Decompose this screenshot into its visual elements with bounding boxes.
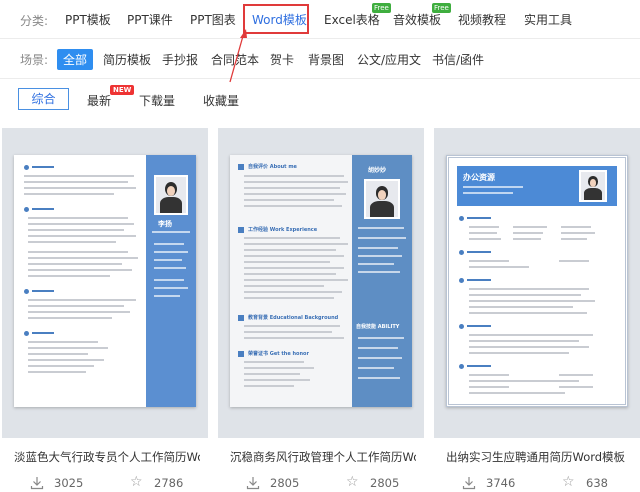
download-count: 3025 (54, 476, 84, 490)
template-stats: 3025 ☆ 2786 (2, 474, 208, 492)
free-badge: Free (372, 3, 391, 13)
category-ppt-courseware[interactable]: PPT课件 (127, 11, 173, 28)
sort-newest[interactable]: 最新 (87, 92, 111, 109)
scene-resume[interactable]: 简历模板 (103, 51, 151, 68)
favorite-count: 2805 (370, 476, 400, 490)
star-icon[interactable]: ☆ (346, 475, 359, 489)
divider (0, 78, 640, 79)
category-label: 分类: (20, 14, 49, 28)
download-count: 3746 (486, 476, 516, 490)
scene-handwritten-paper[interactable]: 手抄报 (162, 51, 198, 68)
scene-label: 场景: (20, 53, 49, 67)
template-title[interactable]: 沉稳商务风行政管理个人工作简历Wo... (230, 449, 416, 465)
category-ppt-template[interactable]: PPT模板 (65, 11, 111, 28)
scene-bar: 场景: 全部 简历模板 手抄报 合同范本 贺卡 背景图 公文/应用文 书信/函件 (0, 39, 640, 77)
template-preview[interactable]: 李扬 (2, 128, 208, 438)
category-ppt-chart[interactable]: PPT图表 (190, 11, 236, 28)
resume-thumbnail: 办公资源 (446, 155, 628, 407)
resume-thumbnail: 李扬 (14, 155, 196, 407)
resume-thumbnail: 胡妙妙 自我技能 ABILITY 自我评价 About me 工作经验 Work… (230, 155, 412, 407)
sort-downloads[interactable]: 下载量 (139, 92, 175, 109)
category-word-template[interactable]: Word模板 (252, 11, 307, 28)
scene-official-document[interactable]: 公文/应用文 (357, 51, 421, 68)
download-icon (462, 477, 476, 490)
template-stats: 3746 ☆ 638 (434, 474, 640, 492)
template-title[interactable]: 出纳实习生应聘通用简历Word模板 (446, 449, 632, 465)
favorite-count: 2786 (154, 476, 184, 490)
sort-favorites[interactable]: 收藏量 (203, 92, 239, 109)
scene-greeting-card[interactable]: 贺卡 (270, 51, 294, 68)
category-bar: 分类: PPT模板 PPT课件 PPT图表 Word模板 Excel表格 Fre… (0, 0, 640, 38)
scene-contract[interactable]: 合同范本 (211, 51, 259, 68)
download-icon (246, 477, 260, 490)
template-card[interactable]: 办公资源 出纳实习生应聘通用简历Word模板 3746 ☆ 638 (434, 128, 640, 492)
template-stats: 2805 ☆ 2805 (218, 474, 424, 492)
new-badge: NEW (110, 85, 135, 95)
scene-all[interactable]: 全部 (57, 49, 94, 70)
download-icon (30, 477, 44, 490)
download-count: 2805 (270, 476, 300, 490)
sort-comprehensive[interactable]: 综合 (18, 88, 69, 110)
template-preview[interactable]: 胡妙妙 自我技能 ABILITY 自我评价 About me 工作经验 Work… (218, 128, 424, 438)
category-sound[interactable]: 音效模板 (393, 11, 441, 28)
scene-letter[interactable]: 书信/函件 (432, 51, 484, 68)
template-preview[interactable]: 办公资源 (434, 128, 640, 438)
category-tools[interactable]: 实用工具 (524, 11, 572, 28)
star-icon[interactable]: ☆ (562, 475, 575, 489)
scene-background[interactable]: 背景图 (308, 51, 344, 68)
template-card[interactable]: 胡妙妙 自我技能 ABILITY 自我评价 About me 工作经验 Work… (218, 128, 424, 492)
star-icon[interactable]: ☆ (130, 475, 143, 489)
free-badge: Free (432, 3, 451, 13)
category-video-tutorial[interactable]: 视频教程 (458, 11, 506, 28)
category-excel[interactable]: Excel表格 (324, 11, 380, 28)
template-card[interactable]: 李扬 淡蓝色大气行政专员个人工作简历Wo... 3025 ☆ 2786 (2, 128, 208, 492)
template-title[interactable]: 淡蓝色大气行政专员个人工作简历Wo... (14, 449, 200, 465)
favorite-count: 638 (586, 476, 608, 490)
